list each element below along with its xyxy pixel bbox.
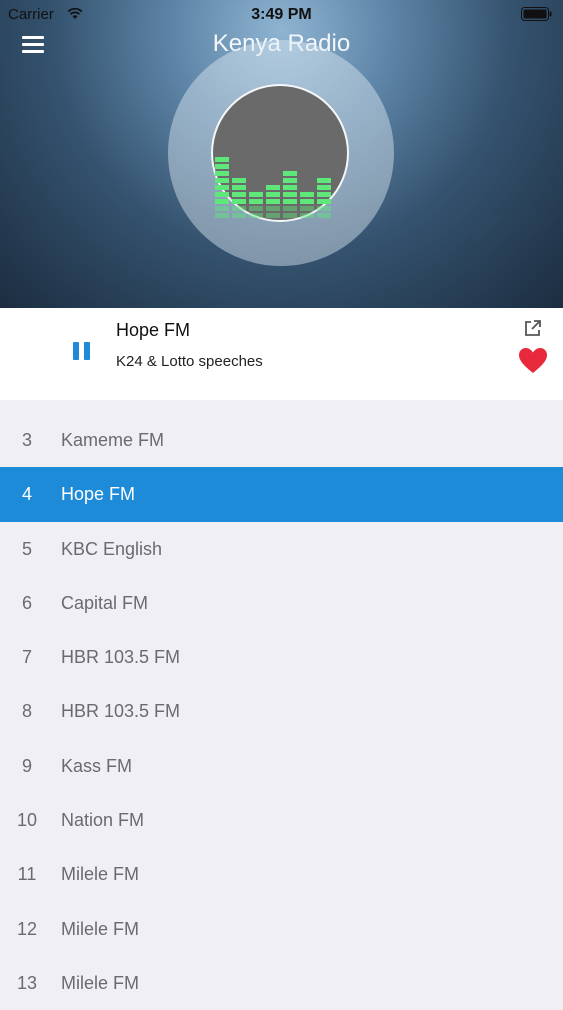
station-row[interactable]: 6 Capital FM	[0, 576, 563, 630]
heart-icon[interactable]	[519, 348, 547, 374]
station-name: HBR 103.5 FM	[61, 701, 181, 722]
station-row[interactable]: 8 HBR 103.5 FM	[0, 684, 563, 738]
station-number: 6	[21, 592, 32, 613]
station-row[interactable]: 3 Kameme FM	[0, 413, 563, 467]
station-number: 9	[21, 755, 32, 776]
station-number: 7	[21, 647, 32, 668]
station-row[interactable]: 10 Nation FM	[0, 793, 563, 847]
station-row[interactable]: 5 KBC English	[0, 522, 563, 576]
now-playing-subtitle: K24 & Lotto speeches	[116, 353, 263, 370]
station-name: Kass FM	[61, 755, 133, 776]
station-number: 11	[17, 864, 37, 885]
station-name: Kameme FM	[61, 430, 165, 450]
station-number: 8	[21, 701, 32, 722]
pause-icon[interactable]	[72, 342, 92, 362]
station-name: Capital FM	[61, 592, 149, 613]
station-number: 10	[16, 810, 38, 831]
station-name: Milele FM	[61, 918, 140, 939]
station-name: Nation FM	[61, 810, 145, 831]
station-row[interactable]: 4 Hope FM	[0, 467, 563, 522]
station-row[interactable]: 7 HBR 103.5 FM	[0, 630, 563, 684]
station-row[interactable]: 9 Kass FM	[0, 739, 563, 793]
station-number: 13	[16, 972, 38, 993]
station-row[interactable]: 13 Milele FM	[0, 956, 563, 1010]
station-name: Hope FM	[61, 484, 136, 505]
station-name: Milele FM	[61, 972, 140, 993]
station-number: 5	[21, 538, 32, 559]
station-number: 4	[21, 484, 32, 505]
equalizer-icon	[215, 157, 331, 218]
now-playing-bar: Hope FM K24 & Lotto speeches	[0, 308, 563, 400]
station-number: 3	[21, 430, 32, 450]
header: Carrier 3:49 PM Kenya Radio	[0, 0, 563, 308]
share-external-icon[interactable]	[524, 319, 542, 337]
status-bar: Carrier 3:49 PM	[0, 0, 563, 30]
now-playing-title: Hope FM	[116, 320, 191, 340]
battery-icon	[521, 7, 552, 21]
station-number: 12	[16, 918, 38, 939]
status-time: 3:49 PM	[251, 6, 312, 23]
station-name: KBC English	[61, 538, 163, 559]
station-name: Milele FM	[61, 864, 140, 885]
station-row[interactable]: 12 Milele FM	[0, 902, 563, 956]
station-row[interactable]: 11 Milele FM	[0, 847, 563, 901]
station-name: HBR 103.5 FM	[61, 647, 181, 668]
station-list: 3 Kameme FM 4 Hope FM 5 KBC English 6 Capital F…	[0, 413, 563, 1010]
